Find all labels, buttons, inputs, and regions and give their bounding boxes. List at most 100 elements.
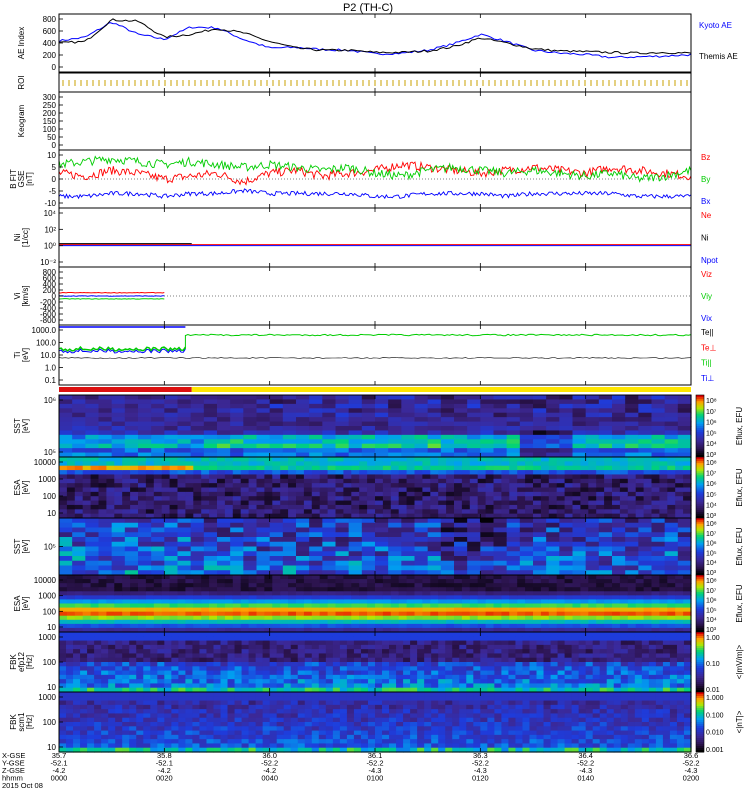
esa_ion-cell <box>399 505 408 510</box>
sst_ion-cell <box>546 444 560 449</box>
sst_ion-cell <box>217 448 231 453</box>
sst_elec-cell <box>520 528 534 533</box>
esa_elec-cell <box>399 604 408 609</box>
esa_ion-cell <box>217 466 226 471</box>
sst_ion-cell <box>454 417 468 422</box>
fbk_e-cell <box>452 641 460 646</box>
esa_ion-cell <box>580 479 589 484</box>
sst_ion-cell <box>652 413 666 418</box>
sst_ion-cell <box>586 435 600 440</box>
fbk_e-cell <box>403 653 411 658</box>
esa_ion-cell <box>399 479 408 484</box>
fbk_e-cell <box>382 632 390 637</box>
sst_elec-cell <box>270 547 284 552</box>
fbk_e-cell <box>192 662 200 667</box>
fbk_e-cell <box>291 653 299 658</box>
esa_elec-cell <box>644 604 653 609</box>
esa_ion-cell <box>683 483 692 488</box>
sst_elec-cell <box>533 532 547 537</box>
sst_elec-cell <box>415 561 429 566</box>
esa_ion-cell <box>241 474 250 479</box>
fbk_e-cell <box>445 679 453 684</box>
sst_elec-cell <box>559 532 573 537</box>
sst_ion-cell <box>85 435 99 440</box>
esa_elec-cell <box>501 579 510 584</box>
sst_ion-cell <box>85 404 99 409</box>
sst_ion-cell <box>322 395 336 400</box>
esa_ion-cell <box>257 492 266 497</box>
esa_elec-cell <box>296 604 305 609</box>
esa_elec-cell <box>454 599 463 604</box>
esa_ion-cell <box>336 470 345 475</box>
sst_elec-cell <box>480 518 494 523</box>
esa_elec-cell <box>130 591 139 596</box>
fbk_e-cell <box>94 666 102 671</box>
esa_elec-cell <box>375 624 384 629</box>
esa_elec-cell <box>249 587 258 592</box>
sst_elec-cell <box>454 537 468 542</box>
sst_elec-cell <box>388 561 402 566</box>
fbk_e-cell <box>565 675 573 680</box>
fbk_e-cell <box>136 632 144 637</box>
esa_elec-cell <box>249 595 258 600</box>
fbk_e-cell <box>206 641 214 646</box>
esa_ion-cell <box>636 488 645 493</box>
fbk_e-cell <box>508 679 516 684</box>
sst_elec-cell <box>164 518 178 523</box>
esa_ion-cell <box>667 470 676 475</box>
fbk_e-cell <box>480 632 488 637</box>
sst_elec-cell <box>349 518 363 523</box>
fbk_e-cell <box>143 675 151 680</box>
esa_elec-cell <box>407 583 416 588</box>
sst_elec-cell <box>559 551 573 556</box>
esa_ion-cell <box>170 501 179 506</box>
sst_elec-cell <box>678 542 692 547</box>
esa_ion-cell <box>312 474 321 479</box>
sst_ion-cell <box>454 426 468 431</box>
esa_ion-cell <box>288 461 297 466</box>
sst_elec-cell <box>72 566 86 571</box>
esa_elec-cell <box>106 608 115 613</box>
esa_ion-cell <box>91 501 100 506</box>
esa_elec-cell <box>517 575 526 580</box>
esa_ion-cell <box>178 509 187 514</box>
esa_elec-cell <box>478 591 487 596</box>
sst_ion-cell <box>441 448 455 453</box>
sst_elec-cell <box>612 523 626 528</box>
esa_elec-cell <box>391 604 400 609</box>
fbk_e-cell <box>326 662 334 667</box>
sst_ion-cell <box>638 408 652 413</box>
sst_ion-cell <box>507 395 521 400</box>
fbk_e-cell <box>235 653 243 658</box>
esa_ion-cell <box>462 483 471 488</box>
sst_elec-cell <box>507 556 521 561</box>
esa_ion-cell <box>462 461 471 466</box>
esa_ion-cell <box>659 474 668 479</box>
esa_ion-cell <box>683 466 692 471</box>
esa_ion-cell <box>114 509 123 514</box>
esa_elec-cell <box>636 575 645 580</box>
esa_ion-cell <box>122 492 131 497</box>
esa_elec-cell <box>517 616 526 621</box>
sst_elec-cell <box>665 566 679 571</box>
fbk_e-cell <box>319 683 327 688</box>
sst_ion-cell <box>230 430 244 435</box>
sst_elec-cell <box>441 556 455 561</box>
sst_elec-cell <box>243 532 257 537</box>
esa_ion-cell <box>628 479 637 484</box>
fbk_e-cell <box>621 666 629 671</box>
sst_ion-cell <box>204 395 218 400</box>
fbk_e-cell <box>291 662 299 667</box>
fbk_e-cell <box>452 683 460 688</box>
esa_elec-cell <box>383 620 392 625</box>
esa_ion-cell <box>494 457 503 462</box>
fbk_e-cell <box>150 636 158 641</box>
esa_ion-cell <box>312 466 321 471</box>
fbk_e-cell <box>171 662 179 667</box>
esa_ion-cell <box>675 461 684 466</box>
sst_elec-cell <box>204 542 218 547</box>
esa_ion-cell <box>383 509 392 514</box>
fbk_e-cell <box>333 641 341 646</box>
esa_ion-cell <box>628 505 637 510</box>
esa_ion-cell <box>264 457 273 462</box>
